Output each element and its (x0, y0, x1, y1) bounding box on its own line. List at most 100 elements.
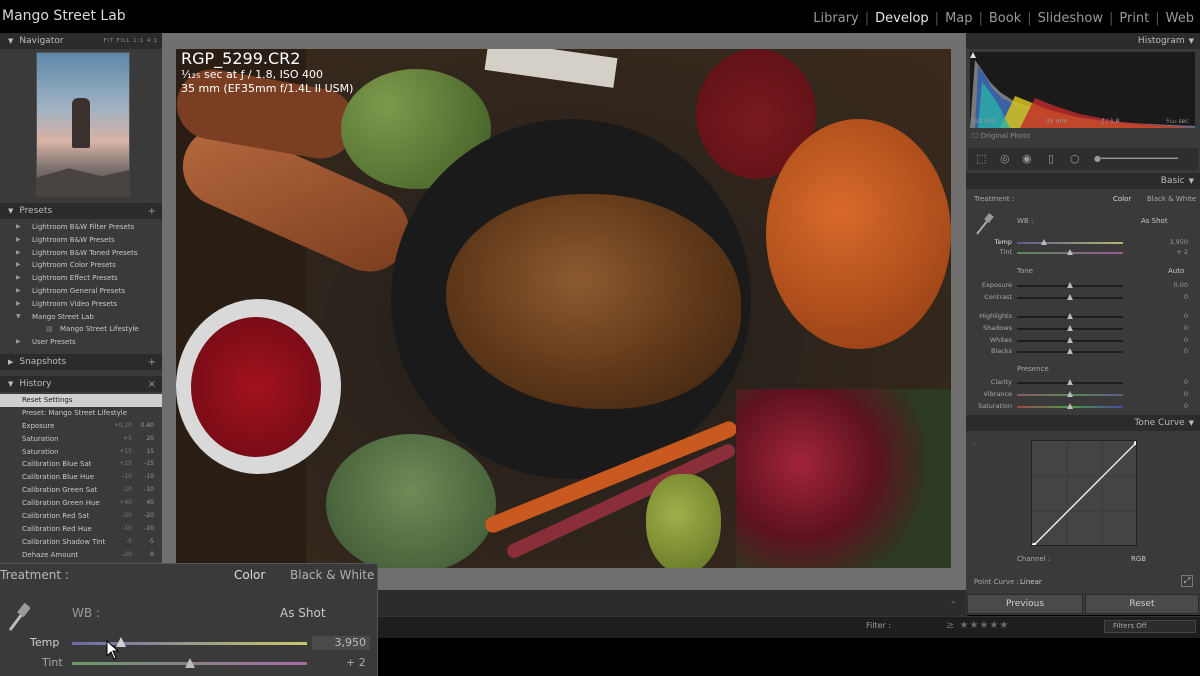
curve-line[interactable] (1033, 442, 1136, 545)
navigator-zoom-options[interactable]: FIT FILL 1:1 4:1 (104, 38, 158, 44)
shadows-value[interactable]: 0 (1184, 324, 1188, 332)
wb-dropdown[interactable]: As Shot (1141, 217, 1168, 225)
zoom-tint-slider-knob[interactable] (184, 658, 195, 668)
basic-header[interactable]: Basic ▼ (966, 173, 1200, 189)
main-photo[interactable] (176, 49, 951, 568)
history-item[interactable]: Calibration Green Sat -10 -10 (0, 484, 162, 497)
contrast-slider-knob[interactable] (1067, 294, 1073, 300)
treatment-bw-button[interactable]: Black & White (1147, 195, 1196, 203)
module-library[interactable]: Library (807, 11, 864, 26)
tone-curve-graph[interactable] (1031, 440, 1137, 546)
module-map[interactable]: Map (939, 11, 978, 26)
blacks-value[interactable]: 0 (1184, 347, 1188, 355)
edit-point-curve-icon[interactable]: ⤢ (1181, 575, 1193, 587)
history-label: Calibration Blue Hue (22, 473, 95, 482)
module-web[interactable]: Web (1160, 11, 1200, 26)
history-item[interactable]: Calibration Red Hue -10 -10 (0, 523, 162, 536)
zoom-color-button[interactable]: Color (234, 568, 265, 582)
snapshots-header[interactable]: ▶ Snapshots + (0, 354, 162, 370)
preset-folder[interactable]: ▶ Lightroom B&W Toned Presets (0, 247, 162, 260)
navigator-header[interactable]: ▼ Navigator FIT FILL 1:1 4:1 (0, 33, 162, 49)
history-item[interactable]: Calibration Green Hue +40 40 (0, 497, 162, 510)
vibrance-value[interactable]: 0 (1184, 390, 1188, 398)
blacks-slider-knob[interactable] (1067, 348, 1073, 354)
tone-auto-button[interactable]: Auto (1168, 267, 1184, 275)
preset-item[interactable]: ▤ Mango Street Lifestyle (0, 323, 162, 336)
vibrance-slider-knob[interactable] (1067, 391, 1073, 397)
clarity-slider-knob[interactable] (1067, 379, 1073, 385)
adjustment-brush-icon[interactable]: ●━━━━━━━━━━━━━━━━ (1094, 154, 1178, 163)
history-item[interactable]: Calibration Shadow Tint -5 -5 (0, 536, 162, 549)
toolbar-chevron-down-icon[interactable]: ⌄ (949, 596, 957, 606)
tint-slider-knob[interactable] (1067, 249, 1073, 255)
preset-folder[interactable]: ▼ Mango Street Lab (0, 311, 162, 324)
preset-folder[interactable]: ▶ Lightroom B&W Filter Presets (0, 221, 162, 234)
history-item[interactable]: Calibration Blue Sat +15 -15 (0, 458, 162, 471)
module-develop[interactable]: Develop (869, 11, 935, 26)
preset-folder[interactable]: ▶ User Presets (0, 336, 162, 349)
red-eye-icon[interactable]: ◉ (1022, 152, 1032, 165)
module-print[interactable]: Print (1113, 11, 1155, 26)
zoom-eyedropper-icon[interactable] (8, 602, 30, 632)
graduated-filter-icon[interactable]: ▯ (1048, 152, 1054, 165)
history-item[interactable]: Reset Settings (0, 394, 162, 407)
module-slideshow[interactable]: Slideshow (1032, 11, 1109, 26)
presets-header[interactable]: ▼ Presets + (0, 203, 162, 219)
add-snapshot-icon[interactable]: + (148, 357, 156, 368)
history-item[interactable]: Saturation +5 20 (0, 433, 162, 446)
preset-label: Lightroom B&W Toned Presets (32, 248, 138, 257)
spot-removal-icon[interactable]: ◎ (1000, 152, 1010, 165)
preset-folder[interactable]: ▶ Lightroom B&W Presets (0, 234, 162, 247)
whites-value[interactable]: 0 (1184, 336, 1188, 344)
zoom-treatment-label: Treatment : (0, 568, 69, 582)
histogram-graph[interactable] (970, 52, 1195, 128)
zoom-wb-dropdown[interactable]: As Shot (280, 606, 326, 620)
crop-tool-icon[interactable]: ⬚ (976, 152, 986, 165)
previous-button[interactable]: Previous (967, 594, 1083, 614)
tint-value[interactable]: + 2 (1176, 248, 1188, 256)
history-item[interactable]: Calibration Red Sat -20 -20 (0, 510, 162, 523)
history-item[interactable]: Saturation +15 15 (0, 446, 162, 459)
target-adjust-icon[interactable]: ◦ (972, 440, 977, 449)
shadows-slider-knob[interactable] (1067, 325, 1073, 331)
shadow-clip-icon[interactable] (970, 52, 976, 58)
reset-button[interactable]: Reset (1085, 594, 1199, 614)
history-item[interactable]: Dehaze Amount -20 8 (0, 549, 162, 562)
whites-slider-knob[interactable] (1067, 337, 1073, 343)
history-header[interactable]: ▼ History × (0, 376, 162, 392)
zoom-temp-value[interactable]: 3,950 (312, 636, 370, 650)
exposure-slider-knob[interactable] (1067, 282, 1073, 288)
saturation-value[interactable]: 0 (1184, 402, 1188, 410)
original-photo-checkbox[interactable]: ☐ Original Photo (972, 132, 1030, 140)
highlights-slider-knob[interactable] (1067, 313, 1073, 319)
module-picker: Library | Develop | Map | Book | Slideshow | Print… (807, 9, 1200, 27)
temp-slider[interactable] (1017, 242, 1123, 244)
rating-filter[interactable]: ≥ ★★★★★ (946, 620, 1009, 631)
temp-value[interactable]: 3,950 (1169, 238, 1188, 246)
preset-folder[interactable]: ▶ Lightroom Effect Presets (0, 272, 162, 285)
preset-folder[interactable]: ▶ Lightroom Color Presets (0, 259, 162, 272)
channel-dropdown[interactable]: RGB (1131, 555, 1146, 563)
zoom-bw-button[interactable]: Black & White (290, 568, 374, 582)
point-curve-dropdown[interactable]: Linear (1020, 578, 1042, 586)
preset-folder[interactable]: ▶ Lightroom General Presets (0, 285, 162, 298)
radial-filter-icon[interactable]: ○ (1070, 152, 1080, 165)
history-item[interactable]: Calibration Blue Hue -10 -10 (0, 471, 162, 484)
add-preset-icon[interactable]: + (148, 206, 156, 217)
highlights-value[interactable]: 0 (1184, 312, 1188, 320)
exposure-value[interactable]: 0.00 (1174, 281, 1188, 289)
filters-dropdown[interactable]: Filters Off (1104, 620, 1196, 633)
saturation-slider-knob[interactable] (1067, 403, 1073, 409)
preset-folder[interactable]: ▶ Lightroom Video Presets (0, 298, 162, 311)
contrast-value[interactable]: 0 (1184, 293, 1188, 301)
clarity-value[interactable]: 0 (1184, 378, 1188, 386)
module-book[interactable]: Book (983, 11, 1027, 26)
history-item[interactable]: Preset: Mango Street Lifestyle (0, 407, 162, 420)
temp-slider-knob[interactable] (1040, 239, 1047, 245)
clear-history-icon[interactable]: × (148, 379, 156, 390)
history-item[interactable]: Exposure +0.20 0.40 (0, 420, 162, 433)
histogram-header[interactable]: Histogram ▼ (966, 33, 1200, 49)
tone-curve-header[interactable]: Tone Curve ▼ (966, 415, 1200, 431)
treatment-color-button[interactable]: Color (1113, 195, 1131, 203)
wb-eyedropper-icon[interactable] (974, 212, 994, 236)
